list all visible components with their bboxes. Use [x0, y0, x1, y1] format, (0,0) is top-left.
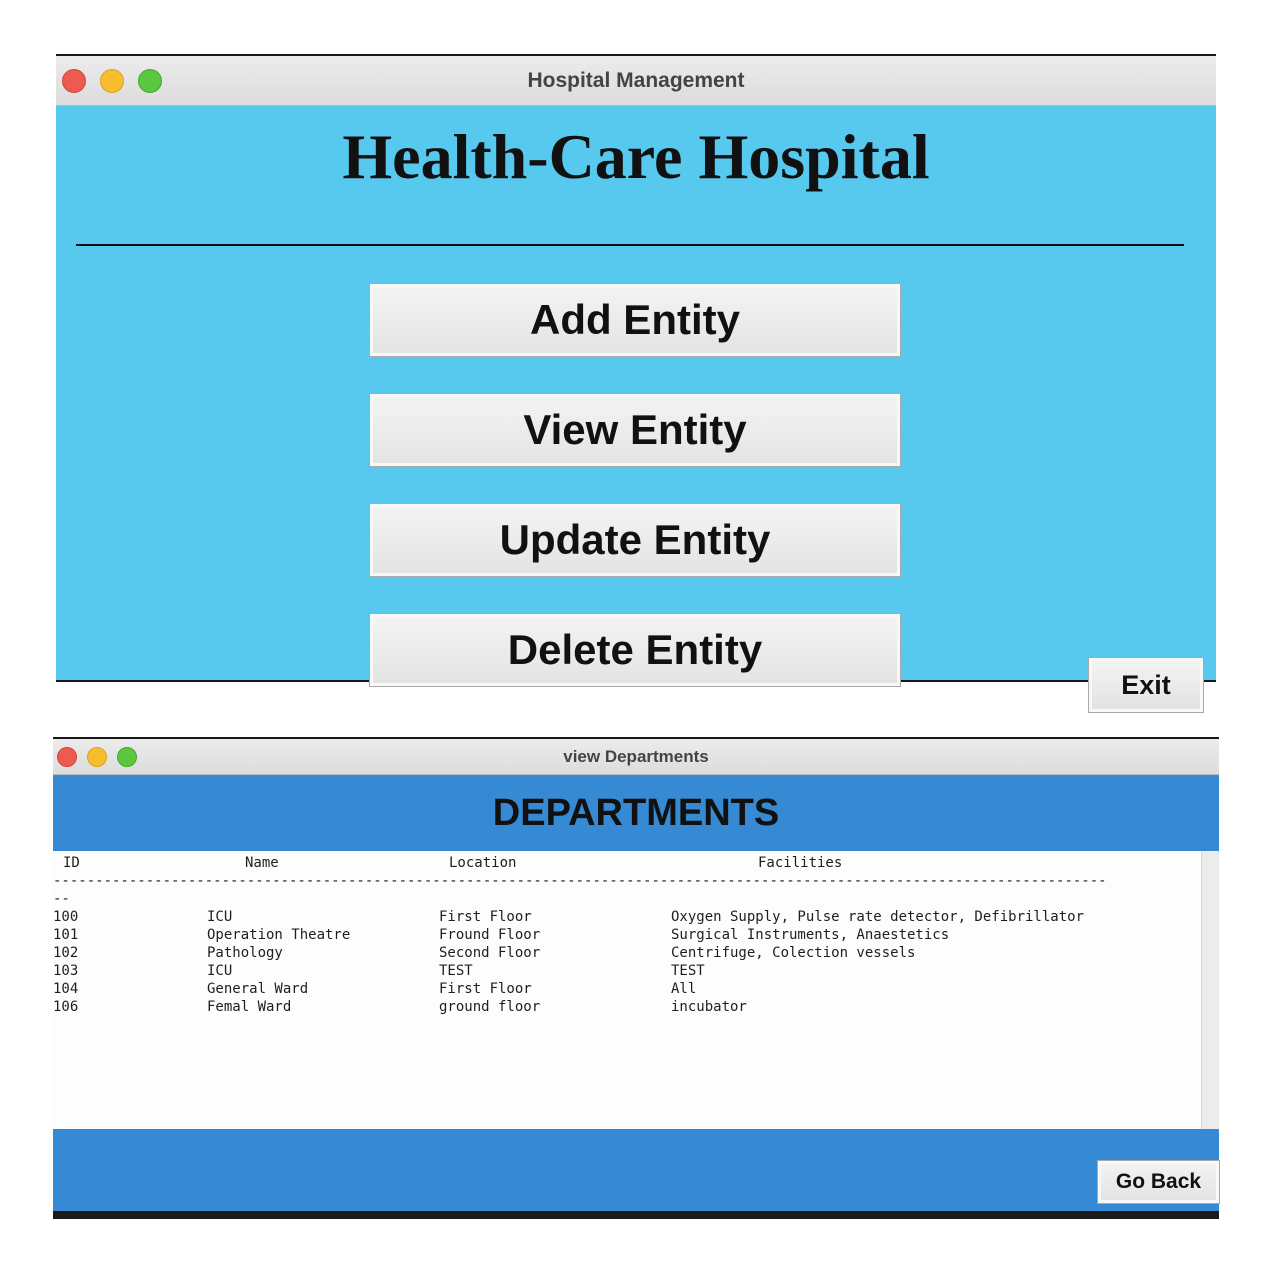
cell-facilities: Surgical Instruments, Anaestetics [671, 927, 950, 943]
cell-id: 106 [53, 999, 79, 1015]
cell-name: ICU [207, 909, 233, 925]
cell-facilities: Centrifuge, Colection vessels [671, 945, 916, 961]
title-bar: Hospital Management [56, 54, 1216, 106]
cell-name: General Ward [207, 981, 309, 997]
cell-id: 104 [53, 981, 79, 997]
column-header-id: ID [63, 855, 80, 871]
table-header: ID Name Location Facilities [53, 855, 1201, 873]
table-row: 101 Operation Theatre Fround Floor Surgi… [53, 927, 1201, 945]
banner-title: DEPARTMENTS [492, 791, 780, 834]
column-header-location: Location [449, 855, 517, 871]
page-title: Health-Care Hospital [342, 121, 930, 192]
cell-location: ground floor [439, 999, 541, 1015]
cell-facilities: Oxygen Supply, Pulse rate detector, Defi… [671, 909, 1085, 925]
table-body: 100 ICU First Floor Oxygen Supply, Pulse… [53, 909, 1201, 1017]
table-row: 104 General Ward First Floor All [53, 981, 1201, 999]
table-row: 103 ICU TEST TEST [53, 963, 1201, 981]
cell-location: TEST [439, 963, 473, 979]
cell-location: First Floor [439, 981, 532, 997]
window-title: Hospital Management [527, 68, 745, 92]
cell-id: 103 [53, 963, 79, 979]
cell-facilities: incubator [671, 999, 747, 1015]
table-row: 102 Pathology Second Floor Centrifuge, C… [53, 945, 1201, 963]
column-header-facilities: Facilities [758, 855, 843, 871]
cell-id: 100 [53, 909, 79, 925]
update-entity-button[interactable]: Update Entity [369, 503, 901, 577]
separator-line-tail: -- [53, 891, 70, 907]
separator-line: ----------------------------------------… [53, 873, 1107, 889]
go-back-button[interactable]: Go Back [1097, 1160, 1220, 1204]
title-divider [76, 244, 1184, 246]
vertical-scrollbar[interactable] [1201, 851, 1219, 1129]
window-bottom-edge [53, 1211, 1219, 1219]
exit-button[interactable]: Exit [1088, 657, 1204, 713]
cell-location: Second Floor [439, 945, 541, 961]
cell-location: First Floor [439, 909, 532, 925]
add-entity-button[interactable]: Add Entity [369, 283, 901, 357]
cell-id: 101 [53, 927, 79, 943]
column-header-name: Name [245, 855, 279, 871]
departments-text-area[interactable]: ID Name Location Facilities ------------… [53, 851, 1201, 1129]
cell-facilities: TEST [671, 963, 705, 979]
cell-name: ICU [207, 963, 233, 979]
cell-name: Operation Theatre [207, 927, 351, 943]
hospital-management-window: Hospital Management Health-Care Hospital… [56, 54, 1216, 713]
title-bar: view Departments [53, 737, 1219, 775]
view-departments-window: view Departments DEPARTMENTS ID Name Loc… [53, 737, 1220, 1219]
cell-location: Fround Floor [439, 927, 541, 943]
departments-banner: DEPARTMENTS [53, 775, 1219, 851]
cell-id: 102 [53, 945, 79, 961]
cell-name: Pathology [207, 945, 283, 961]
table-row: 106 Femal Ward ground floor incubator [53, 999, 1201, 1017]
view-entity-button[interactable]: View Entity [369, 393, 901, 467]
footer-panel [53, 1129, 1219, 1211]
window-title: view Departments [563, 746, 709, 766]
main-panel: Health-Care Hospital Add Entity View Ent… [56, 106, 1216, 713]
cell-facilities: All [671, 981, 697, 997]
cell-name: Femal Ward [207, 999, 292, 1015]
table-row: 100 ICU First Floor Oxygen Supply, Pulse… [53, 909, 1201, 927]
delete-entity-button[interactable]: Delete Entity [369, 613, 901, 687]
